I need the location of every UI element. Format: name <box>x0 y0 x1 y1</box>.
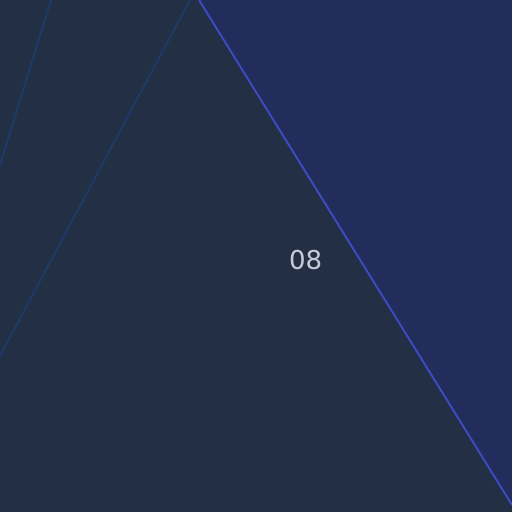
abstract-background: 08 <box>0 0 512 512</box>
number-label: 08 <box>289 246 323 276</box>
geometric-shapes <box>0 0 512 512</box>
